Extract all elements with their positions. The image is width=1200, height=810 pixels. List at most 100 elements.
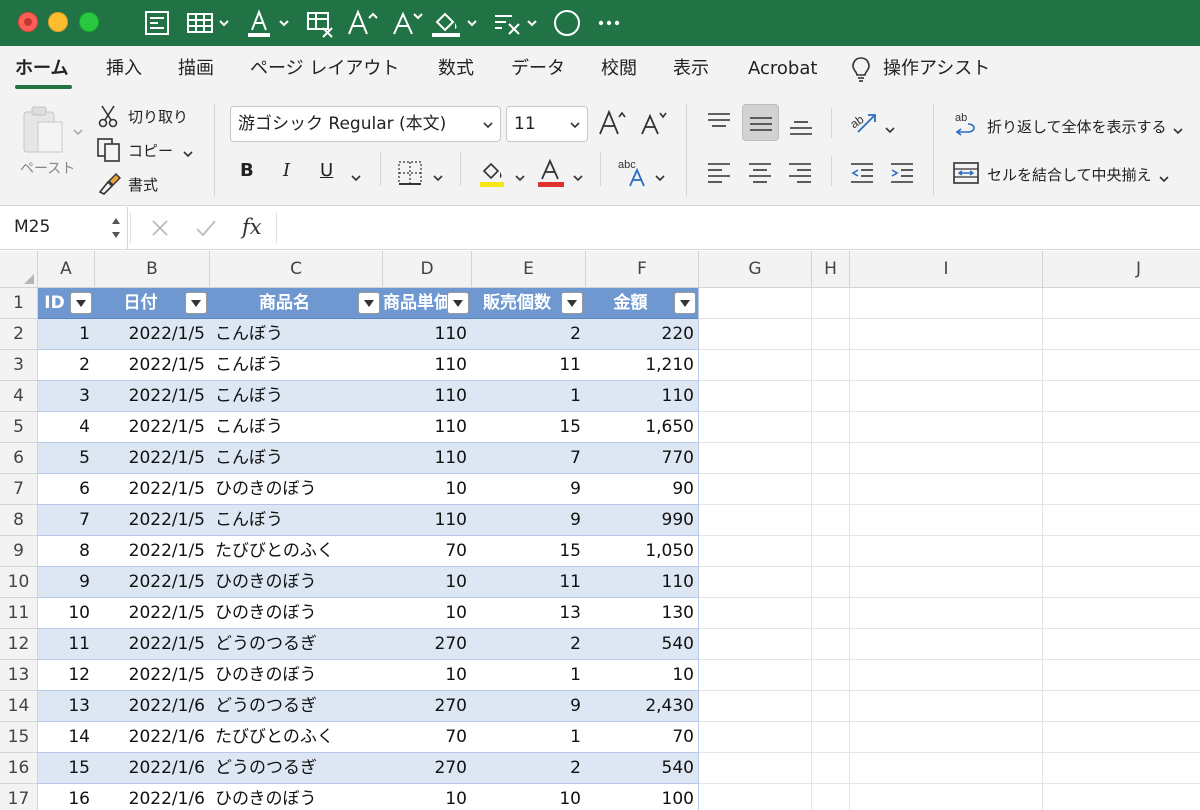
column-header-h[interactable]: H — [812, 251, 850, 288]
filter-dropdown-icon[interactable] — [674, 292, 696, 314]
table-cell[interactable]: 220 — [586, 319, 699, 350]
table-cell[interactable]: 11 — [38, 629, 95, 660]
column-header-i[interactable]: I — [850, 251, 1043, 288]
table-cell[interactable]: どうのつるぎ — [210, 753, 383, 784]
table-cell[interactable]: 1 — [472, 381, 586, 412]
row-header[interactable]: 9 — [0, 536, 38, 567]
wrap-text-button[interactable]: 折り返して全体を表示する — [987, 116, 1167, 137]
align-middle-button[interactable] — [742, 104, 779, 141]
row-header[interactable]: 10 — [0, 567, 38, 598]
row-header[interactable]: 8 — [0, 505, 38, 536]
table-cell[interactable]: 270 — [383, 753, 472, 784]
column-header-j[interactable]: J — [1043, 251, 1200, 288]
align-center-icon[interactable] — [747, 160, 773, 188]
table-cell[interactable]: 2022/1/6 — [95, 722, 210, 753]
table-cell[interactable]: 13 — [38, 691, 95, 722]
table-cell[interactable]: 270 — [383, 629, 472, 660]
table-cell[interactable]: 2022/1/5 — [95, 381, 210, 412]
table-cell[interactable]: 10 — [38, 598, 95, 629]
row-header[interactable]: 16 — [0, 753, 38, 784]
table-cell[interactable]: 2 — [472, 753, 586, 784]
text-orientation-icon[interactable]: ab — [847, 108, 878, 140]
chevron-down-icon[interactable] — [182, 144, 194, 163]
row-header[interactable]: 14 — [0, 691, 38, 722]
table-cell[interactable]: 2022/1/6 — [95, 753, 210, 784]
column-header-g[interactable]: G — [699, 251, 812, 288]
font-size-select[interactable]: 11 — [506, 106, 588, 142]
table-cell[interactable]: 12 — [38, 660, 95, 691]
table-cell[interactable]: 2022/1/5 — [95, 567, 210, 598]
table-cell[interactable]: 15 — [472, 536, 586, 567]
tab-formulas[interactable]: 数式 — [438, 56, 474, 82]
minimize-window-icon[interactable] — [48, 12, 68, 32]
increase-indent-icon[interactable] — [889, 160, 915, 188]
increase-font-size-icon[interactable] — [598, 108, 628, 142]
table-cell[interactable]: 2022/1/5 — [95, 412, 210, 443]
table-cell[interactable]: たびびとのふく — [210, 536, 383, 567]
table-cell[interactable]: 130 — [586, 598, 699, 629]
table-cell[interactable]: 11 — [472, 350, 586, 381]
row-header[interactable]: 11 — [0, 598, 38, 629]
tab-page-layout[interactable]: ページ レイアウト — [250, 56, 399, 82]
scissors-icon[interactable] — [96, 104, 120, 132]
row-header[interactable]: 5 — [0, 412, 38, 443]
align-left-icon[interactable] — [706, 160, 732, 188]
underline-button[interactable]: U — [320, 160, 333, 181]
column-header-f[interactable]: F — [586, 251, 699, 288]
table-cell[interactable]: こんぼう — [210, 505, 383, 536]
table-cell[interactable]: 10 — [472, 784, 586, 810]
copy-button[interactable]: コピー — [128, 140, 173, 161]
table-cell[interactable]: 10 — [383, 784, 472, 810]
chevron-down-icon[interactable] — [350, 168, 362, 187]
fill-color-icon[interactable] — [430, 6, 478, 40]
table-cell[interactable]: 2022/1/6 — [95, 691, 210, 722]
table-cell[interactable]: 270 — [383, 691, 472, 722]
tab-data[interactable]: データ — [511, 56, 565, 82]
table-cell[interactable]: 2022/1/5 — [95, 660, 210, 691]
decrease-indent-icon[interactable] — [849, 160, 875, 188]
table-cell[interactable]: 110 — [383, 381, 472, 412]
table-cell[interactable]: 2022/1/5 — [95, 598, 210, 629]
chevron-down-icon[interactable] — [514, 168, 526, 187]
table-cell[interactable]: 7 — [472, 443, 586, 474]
table-cell[interactable]: 110 — [383, 412, 472, 443]
table-cell[interactable]: 9 — [38, 567, 95, 598]
table-cell[interactable]: 16 — [38, 784, 95, 810]
table-cell[interactable]: 110 — [586, 381, 699, 412]
table-cell[interactable]: 10 — [383, 474, 472, 505]
formula-input[interactable] — [286, 217, 1186, 241]
table-cell[interactable]: 7 — [38, 505, 95, 536]
column-header-c[interactable]: C — [210, 251, 383, 288]
cancel-entry-icon[interactable] — [150, 218, 170, 242]
zoom-window-icon[interactable] — [79, 12, 99, 32]
font-color-icon[interactable] — [537, 158, 565, 192]
table-cell[interactable]: 10 — [383, 660, 472, 691]
table-header-cell[interactable]: 金額 — [586, 288, 699, 319]
table-cell[interactable]: 2022/1/5 — [95, 474, 210, 505]
table-cell[interactable]: 2 — [38, 350, 95, 381]
confirm-entry-icon[interactable] — [195, 218, 217, 242]
table-cell[interactable]: 2,430 — [586, 691, 699, 722]
more-icon[interactable] — [597, 6, 621, 40]
row-header[interactable]: 1 — [0, 288, 38, 319]
format-painter-button[interactable]: 書式 — [128, 174, 158, 195]
decrease-font-icon[interactable] — [390, 6, 424, 40]
tab-insert[interactable]: 挿入 — [106, 56, 142, 82]
chevron-down-icon[interactable] — [432, 168, 444, 187]
table-cell[interactable]: 3 — [38, 381, 95, 412]
row-header[interactable]: 6 — [0, 443, 38, 474]
table-header-cell[interactable]: 日付 — [95, 288, 210, 319]
table-cell[interactable]: 540 — [586, 629, 699, 660]
bold-button[interactable]: B — [240, 160, 254, 181]
table-cell[interactable]: 9 — [472, 691, 586, 722]
table-cell[interactable]: 5 — [38, 443, 95, 474]
table-cell[interactable]: 540 — [586, 753, 699, 784]
filter-dropdown-icon[interactable] — [70, 292, 92, 314]
table-cell[interactable]: 110 — [383, 443, 472, 474]
filter-dropdown-icon[interactable] — [185, 292, 207, 314]
table-cell[interactable]: 10 — [383, 567, 472, 598]
table-cell[interactable]: 14 — [38, 722, 95, 753]
table-cell[interactable]: 6 — [38, 474, 95, 505]
table-cell[interactable]: ひのきのぼう — [210, 598, 383, 629]
cut-button[interactable]: 切り取り — [128, 106, 188, 127]
